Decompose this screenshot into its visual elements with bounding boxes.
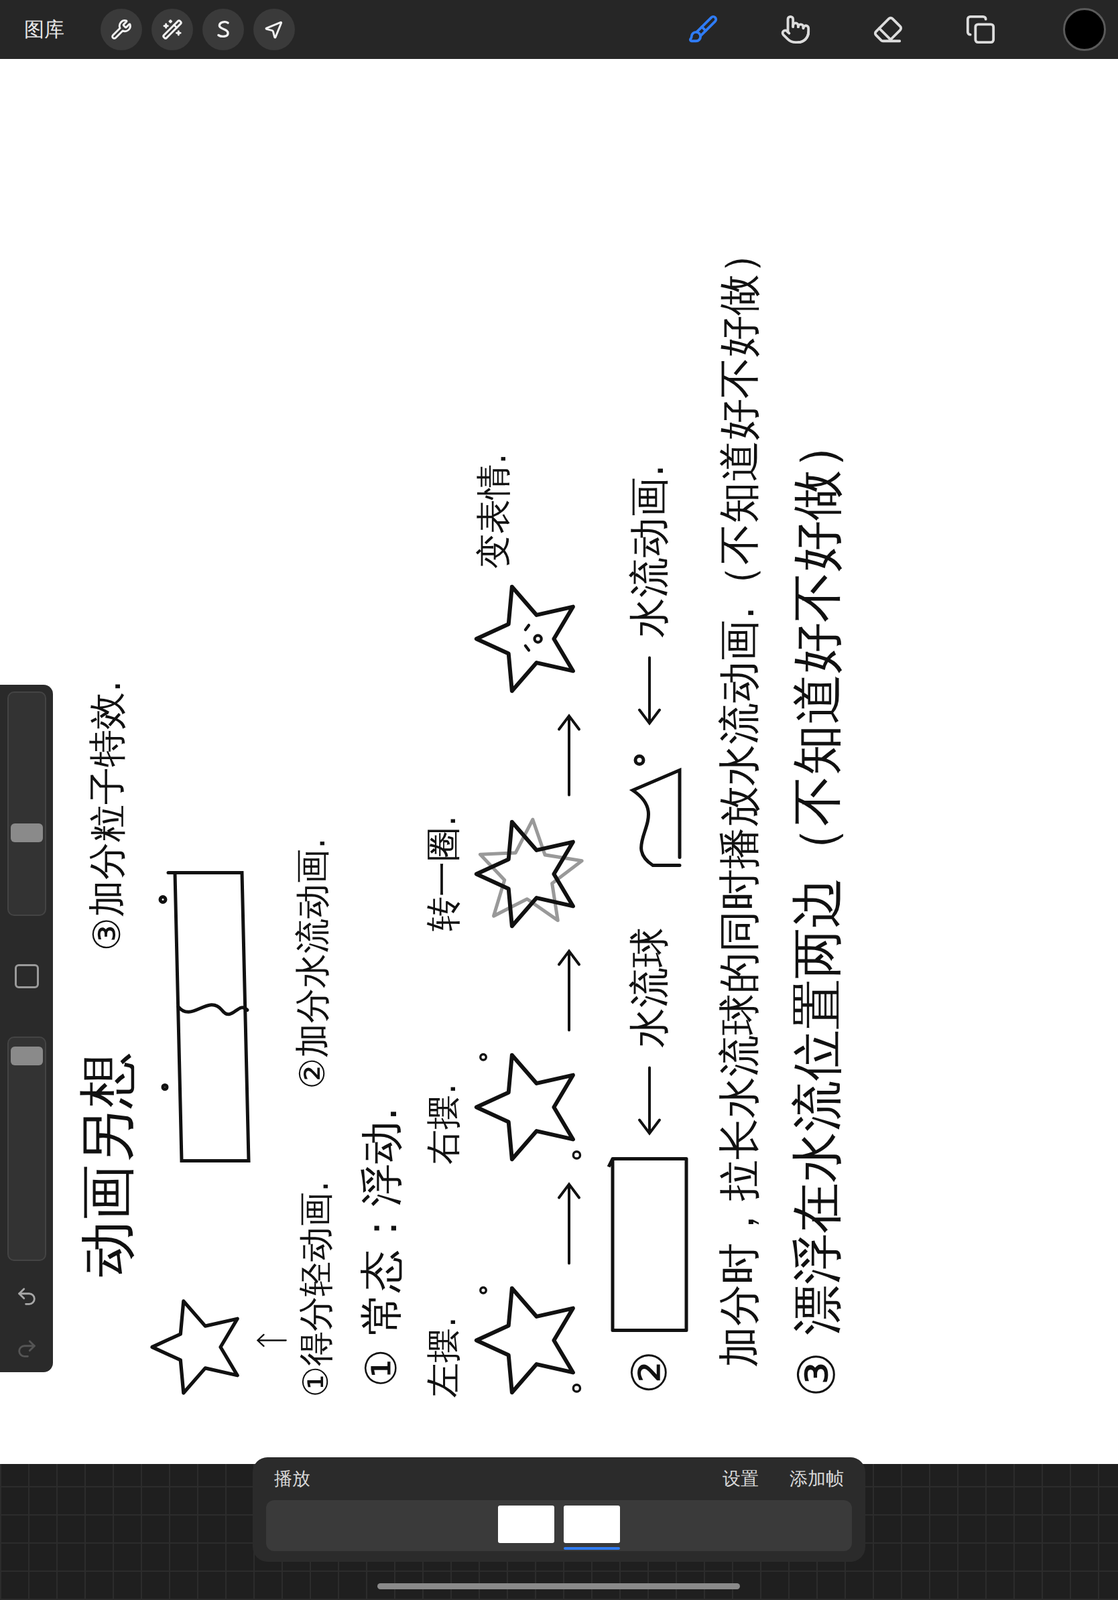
water-wave-drawing: [612, 743, 687, 871]
selection-icon: [211, 18, 235, 41]
undo-button[interactable]: [15, 1285, 39, 1312]
transform-button[interactable]: [253, 8, 295, 51]
transform-icon: [263, 18, 285, 41]
panel-header: 播放 设置 添加帧: [266, 1467, 852, 1492]
wrench-button[interactable]: [100, 8, 143, 51]
procreate-screen: 图库动画另想③加分粒子特效.①得分轻动画.②加分水流动画.① 常态：浮动.左摆.…: [0, 0, 1118, 1600]
idle-step: 转一圈.: [421, 815, 586, 931]
adjust-icon: [161, 18, 183, 41]
brush-icon: [687, 14, 719, 45]
idle-heading: ① 常态：浮动.: [354, 1107, 409, 1388]
water-ball-drawing: [605, 1153, 694, 1335]
play-button[interactable]: 播放: [274, 1467, 311, 1492]
slider-thumb[interactable]: [10, 823, 43, 843]
smudge-icon: [780, 14, 812, 45]
frame-indicator: [498, 1547, 555, 1551]
opacity-slider[interactable]: [7, 1036, 47, 1262]
step-label: 左摆.: [421, 1316, 466, 1398]
frame-thumbnail[interactable]: [498, 1506, 555, 1544]
water-note-row: ②加分水流动画.: [290, 85, 335, 1090]
float-row: ③ 漂浮在水流位置两边（不知道好不好做）: [784, 85, 849, 1398]
smudge-tool[interactable]: [772, 6, 820, 53]
side-sliders: [0, 685, 53, 1373]
layers-icon: [965, 14, 997, 45]
water-ball-label: 水流球: [624, 926, 675, 1048]
brush-size-slider[interactable]: [7, 691, 47, 917]
idle-heading-row: ① 常态：浮动.: [354, 85, 409, 1388]
handwritten-notes: 动画另想 ③加分粒子特效. ①得分轻动画. ②加分水流动画. ① 常态：浮动. 左摆. 右摆…: [0, 58, 1118, 1465]
animation-panel: 播放 设置 添加帧: [252, 1457, 866, 1563]
top-toolbar: 图库: [0, 0, 1118, 59]
water-animation-label: 水流动画.: [624, 463, 675, 638]
note-row: 加分时，拉长水流球的同时播放水流动画.（不知道好不好做）: [713, 85, 766, 1368]
idle-step: 右摆.: [421, 1050, 586, 1165]
arrow-icon: [632, 653, 667, 728]
brush-tool[interactable]: [679, 6, 727, 53]
drawing-canvas[interactable]: 动画另想 ③加分粒子特效. ①得分轻动画. ②加分水流动画. ① 常态：浮动. 左摆. 右摆…: [0, 58, 1118, 1465]
undo-icon: [15, 1285, 39, 1309]
title: 动画另想: [73, 1051, 142, 1277]
add-frame-button[interactable]: 添加帧: [789, 1467, 844, 1492]
layers-tool[interactable]: [957, 6, 1005, 53]
step-label: 变表情.: [471, 453, 516, 570]
water-note: ②加分水流动画.: [290, 837, 335, 1090]
diagram-row: ①得分轻动画.: [148, 85, 338, 1398]
frame[interactable]: [563, 1506, 620, 1551]
idle-steps: 左摆. 右摆. 转一圈. 变表情.: [421, 85, 586, 1398]
frame-indicator: [563, 1547, 620, 1551]
redo-button[interactable]: [15, 1337, 39, 1364]
score-star: ①得分轻动画.: [148, 1181, 338, 1398]
particle-note: ③加分粒子特效.: [83, 680, 131, 952]
eraser-icon: [872, 14, 904, 45]
gallery-button[interactable]: 图库: [24, 16, 65, 44]
arrow-icon: [255, 1323, 288, 1358]
frame-strip: [266, 1500, 852, 1552]
step-label: 右摆.: [421, 1083, 466, 1165]
eraser-tool[interactable]: [864, 6, 912, 53]
score-note: ①得分轻动画.: [294, 1181, 338, 1398]
home-indicator: [377, 1583, 740, 1590]
title-row: 动画另想 ③加分粒子特效.: [73, 85, 142, 1277]
redo-icon: [15, 1337, 39, 1361]
arrow-icon: [632, 1063, 667, 1138]
color-picker[interactable]: [1063, 8, 1106, 51]
star-drawing: [471, 1050, 586, 1165]
water-row: ② 水流球 水流动画.: [605, 85, 694, 1395]
frame[interactable]: [498, 1506, 555, 1551]
float-note: ③ 漂浮在水流位置两边（不知道好不好做）: [784, 418, 849, 1398]
slider-thumb[interactable]: [10, 1046, 43, 1066]
select-button[interactable]: [202, 8, 244, 51]
settings-button[interactable]: 设置: [722, 1467, 759, 1492]
arrow-icon: [552, 711, 586, 799]
star-drawing: [471, 581, 586, 696]
water-bar-drawing: [154, 859, 256, 1168]
modify-button[interactable]: [14, 964, 39, 989]
star-drawing: [471, 1283, 586, 1398]
star-drawing: [471, 817, 586, 931]
adjust-button[interactable]: [151, 8, 194, 51]
frame-thumbnail[interactable]: [563, 1506, 620, 1544]
idle-step: 左摆.: [421, 1283, 586, 1398]
score-note-long: 加分时，拉长水流球的同时播放水流动画.（不知道好不好做）: [713, 231, 766, 1368]
water-number: ②: [619, 1350, 680, 1395]
arrow-icon: [552, 947, 586, 1035]
arrow-icon: [552, 1180, 586, 1268]
wrench-icon: [110, 18, 133, 41]
animation-assist: 播放 设置 添加帧: [0, 1464, 1118, 1600]
step-label: 转一圈.: [421, 815, 466, 931]
star-drawing: [148, 1296, 249, 1398]
idle-step: 变表情.: [471, 453, 586, 697]
